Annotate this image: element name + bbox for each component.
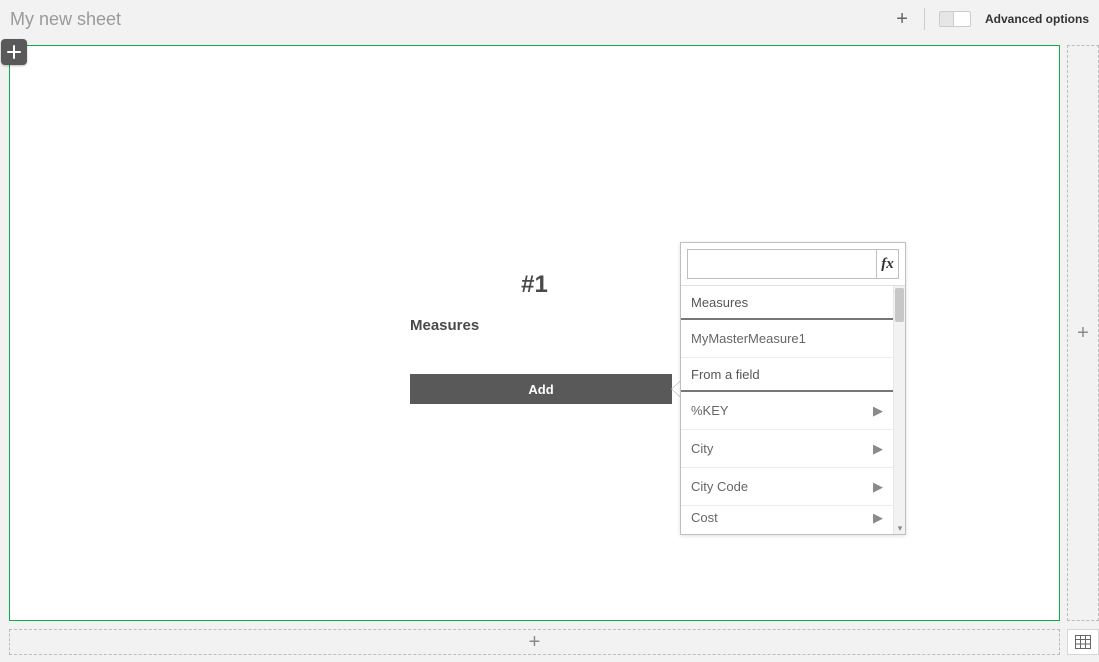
add-row-rail[interactable]: + (9, 629, 1060, 655)
list-item[interactable]: MyMasterMeasure1 (681, 320, 893, 358)
sheet-canvas[interactable]: #1 Measures Add fx Measures MyMasterMeas… (9, 45, 1060, 621)
measure-picker-popover: fx Measures MyMasterMeasure1 From a fiel… (680, 242, 906, 535)
add-measure-button[interactable]: Add (410, 374, 672, 404)
advanced-options-toggle[interactable] (939, 11, 971, 27)
add-column-rail[interactable]: + (1067, 45, 1099, 621)
group-header-measures: Measures (681, 286, 893, 320)
sheet-header: My new sheet + Advanced options (0, 0, 1099, 38)
list-item-label: Cost (691, 510, 718, 525)
list-item[interactable]: Cost ▶ (681, 506, 893, 530)
popover-list: Measures MyMasterMeasure1 From a field %… (681, 285, 905, 534)
list-item[interactable]: %KEY ▶ (681, 392, 893, 430)
table-view-button[interactable] (1067, 629, 1099, 655)
add-sheet-button[interactable]: + (894, 9, 910, 29)
canvas-center: #1 Measures Add fx Measures MyMasterMeas… (10, 46, 1059, 620)
toggle-knob (940, 12, 954, 26)
scrollbar-down-arrow-icon[interactable]: ▾ (894, 522, 905, 534)
scrollbar-thumb[interactable] (895, 288, 904, 322)
list-item-label: City (691, 441, 713, 456)
list-item-label: %KEY (691, 403, 729, 418)
table-icon (1075, 635, 1091, 649)
chevron-right-icon: ▶ (873, 441, 883, 457)
plus-icon: + (529, 632, 541, 652)
sheet-body: #1 Measures Add fx Measures MyMasterMeas… (0, 38, 1099, 662)
list-item-label: MyMasterMeasure1 (691, 331, 806, 346)
list-item[interactable]: City Code ▶ (681, 468, 893, 506)
chevron-right-icon: ▶ (873, 479, 883, 495)
list-item-label: City Code (691, 479, 748, 494)
expression-editor-button[interactable]: fx (876, 250, 898, 278)
header-divider (924, 8, 925, 30)
list-item[interactable]: City ▶ (681, 430, 893, 468)
header-actions: + Advanced options (894, 8, 1089, 30)
popover-search-input[interactable] (688, 250, 876, 278)
chevron-right-icon: ▶ (873, 403, 883, 419)
advanced-options-label: Advanced options (985, 12, 1089, 26)
chevron-right-icon: ▶ (873, 510, 883, 526)
sheet-title[interactable]: My new sheet (10, 9, 894, 30)
plus-icon: + (1077, 323, 1089, 343)
popover-search-row: fx (681, 243, 905, 285)
popover-scrollbar[interactable]: ▾ (893, 286, 905, 534)
group-header-from-field: From a field (681, 358, 893, 392)
section-title-measures: Measures (410, 317, 479, 334)
